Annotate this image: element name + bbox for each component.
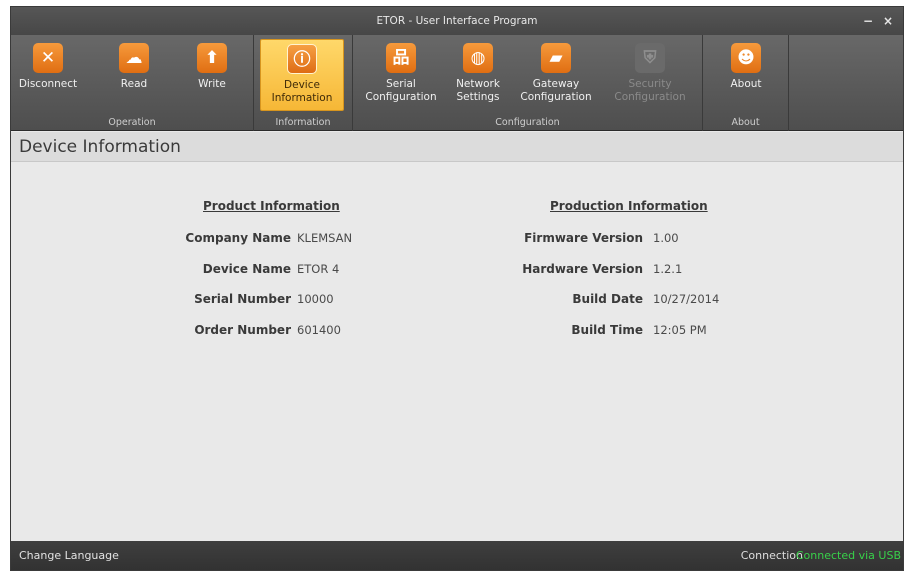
globe-icon: ◍ (463, 43, 493, 73)
cloud-download-icon: ☁ (119, 43, 149, 73)
company-name-value: KLEMSAN (297, 231, 353, 245)
device-information-label: Device Information (271, 79, 333, 104)
gateway-configuration-label: Gateway Configuration (520, 78, 592, 103)
network-settings-label: Network Settings (456, 78, 500, 103)
app-window: ETOR - User Interface Program − × ✕ Disc… (10, 6, 904, 571)
device-information-panel: Product Information Company Name KLEMSAN… (11, 163, 903, 543)
security-configuration-label: Security Configuration (614, 78, 686, 103)
title-bar: ETOR - User Interface Program − × (11, 7, 903, 35)
info-row: Hardware Version (491, 262, 643, 278)
order-number-value: 601400 (297, 323, 341, 337)
info-row: Device Name (161, 262, 291, 278)
disconnect-label: Disconnect (18, 78, 78, 90)
group-label-configuration: Configuration (495, 117, 560, 128)
info-label: Order Number (194, 323, 291, 337)
info-row: Serial Number (161, 292, 291, 308)
serial-configuration-button[interactable]: 品 Serial Configuration (361, 39, 441, 111)
users-icon: ☻ (731, 43, 761, 73)
disconnect-button[interactable]: ✕ Disconnect (17, 39, 79, 111)
ribbon-group-information: ⓘ Device Information Information (254, 35, 353, 131)
ribbon-group-configuration: 品 Serial Configuration ◍ Network Setting… (353, 35, 703, 131)
connection-status: Connected via USB (795, 549, 901, 562)
about-label: About (730, 78, 762, 90)
production-information-title: Production Information (550, 199, 708, 213)
info-row: Company Name (161, 231, 291, 247)
info-label: Hardware Version (522, 262, 643, 276)
close-icon: ✕ (33, 43, 63, 73)
router-icon: ▰ (541, 43, 571, 73)
info-label: Build Date (572, 292, 643, 306)
shield-icon: ⛨ (635, 43, 665, 73)
info-row: Firmware Version (491, 231, 643, 247)
minimize-button[interactable]: − (857, 7, 879, 35)
group-label-operation: Operation (108, 117, 156, 128)
security-configuration-button[interactable]: ⛨ Security Configuration (605, 39, 695, 111)
read-label: Read (120, 78, 148, 90)
firmware-version-value: 1.00 (653, 231, 679, 245)
connection-label: Connection (740, 549, 803, 562)
info-icon: ⓘ (287, 44, 317, 74)
page-title: Device Information (11, 132, 903, 162)
info-label: Build Time (571, 323, 643, 337)
info-label: Company Name (185, 231, 291, 245)
network-settings-button[interactable]: ◍ Network Settings (449, 39, 507, 111)
info-label: Device Name (202, 262, 291, 276)
device-information-button[interactable]: ⓘ Device Information (260, 39, 344, 111)
status-bar: Change Language Connection Connected via… (11, 541, 903, 570)
ribbon-toolbar: ✕ Disconnect ☁ Read ⬆ Write Operation ⓘ … (11, 35, 903, 131)
serial-configuration-label: Serial Configuration (365, 78, 437, 103)
group-label-information: Information (275, 117, 331, 128)
build-time-value: 12:05 PM (653, 323, 707, 337)
change-language-button[interactable]: Change Language (19, 541, 119, 570)
write-button[interactable]: ⬆ Write (187, 39, 237, 111)
build-date-value: 10/27/2014 (653, 292, 720, 306)
close-window-button[interactable]: × (877, 7, 899, 35)
device-name-value: ETOR 4 (297, 262, 340, 276)
info-row: Build Time (491, 323, 643, 339)
serial-number-value: 10000 (297, 292, 334, 306)
network-tree-icon: 品 (386, 43, 416, 73)
ribbon-group-about: ☻ About About (703, 35, 789, 131)
write-label: Write (198, 78, 226, 90)
info-label: Serial Number (194, 292, 291, 306)
window-title: ETOR - User Interface Program (376, 15, 538, 27)
cloud-upload-icon: ⬆ (197, 43, 227, 73)
info-label: Firmware Version (524, 231, 643, 245)
gateway-configuration-button[interactable]: ▰ Gateway Configuration (513, 39, 599, 111)
ribbon-group-operation: ✕ Disconnect ☁ Read ⬆ Write Operation (11, 35, 254, 131)
info-row: Order Number (161, 323, 291, 339)
info-row: Build Date (491, 292, 643, 308)
hardware-version-value: 1.2.1 (653, 262, 683, 276)
about-button[interactable]: ☻ About (721, 39, 771, 111)
product-information-title: Product Information (203, 199, 340, 213)
group-label-about: About (731, 117, 760, 128)
read-button[interactable]: ☁ Read (109, 39, 159, 111)
